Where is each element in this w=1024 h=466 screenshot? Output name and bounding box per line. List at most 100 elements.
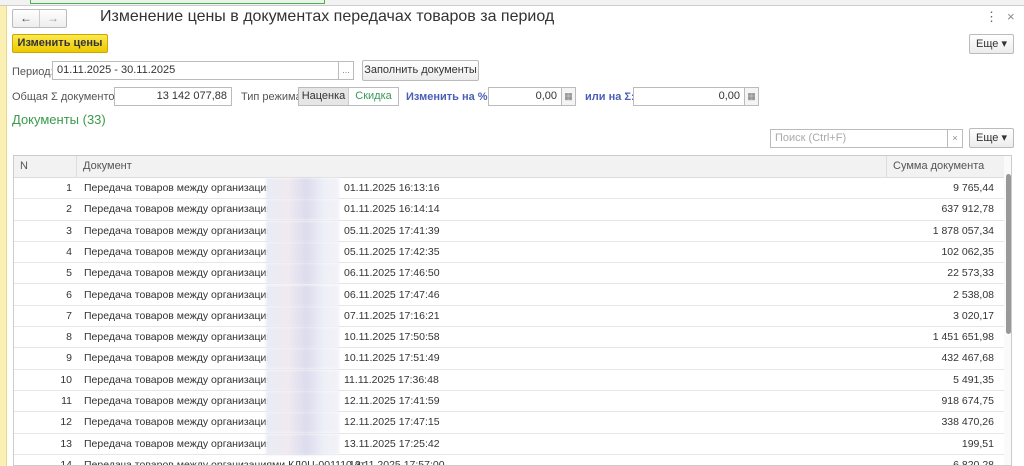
table-row[interactable]: 3 Передача товаров между организациями 0… xyxy=(14,220,1004,242)
row-sum: 1 878 057,34 xyxy=(932,224,994,237)
table-row[interactable]: 8 Передача товаров между организациями 1… xyxy=(14,327,1004,349)
row-sum: 1 451 651,98 xyxy=(932,331,994,344)
row-date: 06.11.2025 17:47:46 xyxy=(344,288,440,301)
table-row[interactable]: 10 Передача товаров между организациями … xyxy=(14,369,1004,391)
table-row[interactable]: 1 Передача товаров между организациями 0… xyxy=(14,178,1004,200)
search-clear-button[interactable]: × xyxy=(947,129,963,148)
forward-icon[interactable]: → xyxy=(39,10,66,27)
column-sum[interactable]: Сумма документа xyxy=(886,156,1004,178)
row-date: 12.11.2025 17:47:15 xyxy=(344,416,440,429)
row-document: Передача товаров между организациями xyxy=(84,416,286,429)
row-sum: 338 470,26 xyxy=(941,416,994,429)
column-document[interactable]: Документ xyxy=(77,156,889,178)
scrollbar-thumb[interactable] xyxy=(1006,174,1011,334)
row-date: 05.11.2025 17:41:39 xyxy=(344,224,440,237)
table-row[interactable]: 14 Передача товаров между организациями … xyxy=(14,455,1004,466)
period-choose-button[interactable]: ... xyxy=(338,61,354,80)
menu-icon[interactable]: ⋮ xyxy=(985,9,998,25)
scrollbar[interactable] xyxy=(1004,156,1011,465)
row-sum: 6 820,28 xyxy=(953,458,994,466)
period-label: Период: xyxy=(12,66,54,78)
sum-label: или на Σ: xyxy=(585,91,635,103)
documents-heading: Документы (33) xyxy=(12,112,106,127)
row-number: 1 xyxy=(66,182,72,194)
row-sum: 199,51 xyxy=(961,437,994,450)
table-row[interactable]: 2 Передача товаров между организациями 0… xyxy=(14,199,1004,221)
row-number: 2 xyxy=(66,203,72,216)
redacted-number xyxy=(266,391,339,412)
row-document: Передача товаров между организациями xyxy=(84,331,286,344)
table-row[interactable]: 6 Передача товаров между организациями 0… xyxy=(14,284,1004,306)
mode-markup[interactable]: Наценка xyxy=(299,88,349,105)
table-row[interactable]: 9 Передача товаров между организациями 1… xyxy=(14,348,1004,370)
sum-input[interactable]: 0,00 xyxy=(633,87,745,106)
row-number: 7 xyxy=(66,309,72,322)
row-number: 10 xyxy=(60,373,72,386)
redacted-number xyxy=(266,412,339,434)
fill-documents-button[interactable]: Заполнить документы xyxy=(362,60,479,81)
redacted-number xyxy=(266,178,339,199)
row-sum: 637 912,78 xyxy=(941,203,994,216)
table-row[interactable]: 5 Передача товаров между организациями 0… xyxy=(14,263,1004,285)
table-row[interactable]: 4 Передача товаров между организациями 0… xyxy=(14,241,1004,264)
calculator-icon[interactable]: ▦ xyxy=(562,87,576,106)
row-sum: 432 467,68 xyxy=(941,352,994,365)
row-number: 3 xyxy=(66,224,72,237)
search-input[interactable]: Поиск (Ctrl+F) xyxy=(770,129,948,148)
back-icon[interactable]: ← xyxy=(13,10,39,27)
navigation-buttons: ← → xyxy=(12,9,67,28)
row-number: 5 xyxy=(66,267,72,280)
row-document: Передача товаров между организациями xyxy=(84,395,286,407)
row-document: Передача товаров между организациями xyxy=(84,203,286,216)
table-more-button[interactable]: Еще ▾ xyxy=(969,128,1014,148)
redacted-number xyxy=(266,433,339,455)
table-row[interactable]: 7 Передача товаров между организациями 0… xyxy=(14,305,1004,328)
change-prices-button[interactable]: Изменить цены xyxy=(12,34,108,53)
close-icon[interactable]: × xyxy=(1007,9,1015,24)
row-document: Передача товаров между организациями xyxy=(84,267,286,280)
row-sum: 918 674,75 xyxy=(941,395,994,407)
row-number: 13 xyxy=(60,437,72,450)
redacted-number xyxy=(266,327,339,349)
row-number: 8 xyxy=(66,331,72,344)
row-date: 11.11.2025 17:36:48 xyxy=(344,373,439,386)
row-document: Передача товаров между организациями xyxy=(84,182,286,194)
table-row[interactable]: 12 Передача товаров между организациями … xyxy=(14,412,1004,434)
total-sum-field: 13 142 077,88 xyxy=(114,87,232,106)
redacted-number xyxy=(266,348,339,370)
percent-input[interactable]: 0,00 xyxy=(488,87,562,106)
row-document: Передача товаров между организациями xyxy=(84,309,286,322)
redacted-number xyxy=(266,220,339,242)
row-number: 12 xyxy=(60,416,72,429)
table-row[interactable]: 13 Передача товаров между организациями … xyxy=(14,433,1004,455)
row-date: 10.11.2025 17:50:58 xyxy=(344,331,440,344)
table-row[interactable]: 11 Передача товаров между организациями … xyxy=(14,391,1004,413)
calculator-icon[interactable]: ▦ xyxy=(745,87,759,106)
row-date: 10.11.2025 17:51:49 xyxy=(344,352,440,365)
redacted-number xyxy=(266,241,339,263)
more-button[interactable]: Еще ▾ xyxy=(969,34,1014,54)
row-sum: 22 573,33 xyxy=(947,267,994,280)
redacted-number xyxy=(266,199,339,221)
row-number: 11 xyxy=(61,395,72,407)
column-n[interactable]: N xyxy=(14,156,77,178)
row-document: Передача товаров между организациями xyxy=(84,224,286,237)
period-input[interactable]: 01.11.2025 - 30.11.2025 xyxy=(52,61,339,80)
mode-label: Тип режима: xyxy=(241,91,305,103)
redacted-number xyxy=(266,369,339,391)
page-title: Изменение цены в документах передачах то… xyxy=(100,8,555,25)
row-sum: 3 020,17 xyxy=(953,309,994,322)
mode-discount[interactable]: Скидка xyxy=(349,88,398,105)
row-document: Передача товаров между организациями xyxy=(84,352,286,365)
row-document: Передача товаров между организациями xyxy=(84,245,286,258)
total-sum-label: Общая Σ документов: xyxy=(12,91,124,103)
row-sum: 102 062,35 xyxy=(941,245,994,258)
left-panel-edge xyxy=(0,0,7,466)
row-number: 6 xyxy=(66,288,72,301)
row-date: 05.11.2025 17:42:35 xyxy=(344,245,440,258)
row-sum: 9 765,44 xyxy=(953,182,994,194)
row-document: Передача товаров между организациями КД0… xyxy=(84,458,366,466)
mode-toggle: Наценка Скидка xyxy=(298,87,399,106)
active-tab[interactable] xyxy=(30,0,325,4)
row-date: 13.11.2025 17:25:42 xyxy=(344,437,440,450)
